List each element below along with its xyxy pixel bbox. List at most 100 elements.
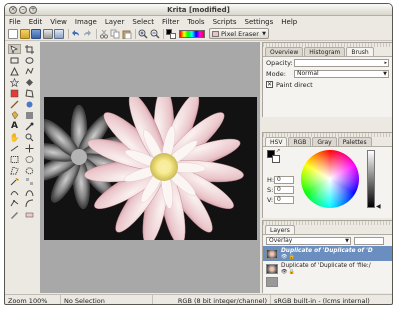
tab-palettes[interactable]: Palettes <box>337 137 372 146</box>
menu-tools[interactable]: Tools <box>183 16 208 27</box>
hsv-color-wheel[interactable] <box>301 150 359 208</box>
opacity-slider[interactable]: ▸ <box>294 58 389 67</box>
tab-layers[interactable]: Layers <box>265 225 295 234</box>
fg-bg-color-icon[interactable] <box>166 28 176 39</box>
chevron-down-icon: ▼ <box>262 30 266 37</box>
layer-info: Duplicate of 'Duplicate of 'D 👁 🔒 <box>281 248 373 260</box>
freehand-select-icon[interactable] <box>23 165 36 175</box>
zoom-tool-icon[interactable] <box>23 132 36 142</box>
layers-panel-body: Overlay ▼ Duplicate of 'Duplicate of 'D … <box>263 234 392 293</box>
path-tool-icon[interactable] <box>8 198 21 208</box>
zoom-status: Zoom 100% <box>5 295 61 304</box>
brush-tool-icon[interactable] <box>8 99 21 109</box>
layer-row[interactable]: Duplicate of 'Duplicate of 'file:/ 👁 🔒 <box>263 261 392 276</box>
toolbar-separator <box>95 28 97 39</box>
tab-histogram[interactable]: Histogram <box>304 47 346 56</box>
star-tool-icon[interactable] <box>8 77 21 87</box>
contiguous-select-icon[interactable] <box>8 176 21 186</box>
right-dock: Overview Histogram Brush Opacity: ▸ Mode… <box>262 42 392 293</box>
layer-row[interactable] <box>263 276 392 288</box>
menu-scripts[interactable]: Scripts <box>209 16 241 27</box>
curve-tool-icon[interactable] <box>23 198 36 208</box>
tab-overview[interactable]: Overview <box>265 47 304 56</box>
text-tool-icon[interactable]: A <box>8 121 21 131</box>
brush-preset-button[interactable]: Pixel Eraser ▼ <box>209 28 269 39</box>
print-preview-icon[interactable] <box>54 28 64 39</box>
copy-icon[interactable] <box>110 29 120 39</box>
redo-icon[interactable] <box>82 29 92 39</box>
menu-image[interactable]: Image <box>71 16 101 27</box>
move-tool-icon[interactable] <box>23 143 36 153</box>
layer-visibility-icon[interactable]: 👁 🔒 <box>281 254 373 260</box>
print-icon[interactable] <box>42 28 53 39</box>
h-input[interactable]: 0 <box>274 176 294 184</box>
shape-tool-icon[interactable] <box>23 77 36 87</box>
gradient-swatch[interactable] <box>179 29 205 38</box>
tab-rgb[interactable]: RGB <box>288 137 312 146</box>
bg-color-swatch[interactable] <box>272 155 280 163</box>
menu-file[interactable]: File <box>5 16 25 27</box>
open-icon[interactable] <box>19 28 30 39</box>
ellipse-select-icon[interactable] <box>23 154 36 164</box>
mode-select[interactable]: Normal ▼ <box>294 69 389 78</box>
transform-tool-icon[interactable] <box>8 88 21 98</box>
menu-layer[interactable]: Layer <box>101 16 129 27</box>
value-slider-handle-icon[interactable]: ◀ <box>376 203 381 210</box>
eraser-tool-icon[interactable] <box>23 209 36 219</box>
layer-row[interactable]: Duplicate of 'Duplicate of 'D 👁 🔒 <box>263 246 392 261</box>
paste-icon[interactable] <box>122 29 132 39</box>
duplicate-tool-icon[interactable] <box>23 99 36 109</box>
layer-opacity-input[interactable] <box>354 236 384 245</box>
fill-tool-icon[interactable] <box>8 110 21 120</box>
layer-visibility-icon[interactable]: 👁 🔒 <box>281 269 371 275</box>
polygon-tool-icon[interactable] <box>8 66 21 76</box>
new-document-icon[interactable] <box>8 28 18 39</box>
gradient-tool-icon[interactable] <box>23 110 36 120</box>
s-input[interactable]: 0 <box>274 186 294 194</box>
value-slider[interactable] <box>367 150 375 208</box>
zoom-out-icon[interactable] <box>150 29 160 39</box>
s-row: S: 0 <box>267 185 297 195</box>
similar-select-icon[interactable] <box>23 176 36 186</box>
tab-gray[interactable]: Gray <box>312 137 337 146</box>
polygon-select-icon[interactable] <box>8 165 21 175</box>
select-tool-icon[interactable] <box>8 44 21 54</box>
save-icon[interactable] <box>31 28 41 39</box>
tab-hsv[interactable]: HSV <box>265 137 288 146</box>
toolbar-separator <box>67 28 69 39</box>
color-panel-tabs: HSV RGB Gray Palettes <box>263 137 392 146</box>
menu-settings[interactable]: Settings <box>241 16 278 27</box>
bezier-select-icon[interactable] <box>23 187 36 197</box>
color-picker-icon[interactable] <box>23 121 36 131</box>
color-panel: HSV RGB Gray Palettes ↗ H: 0 S: 0 V: 0 ◀ <box>262 132 392 218</box>
menu-view[interactable]: View <box>46 16 71 27</box>
menu-filter[interactable]: Filter <box>158 16 183 27</box>
menu-edit[interactable]: Edit <box>25 16 47 27</box>
rectangle-tool-icon[interactable] <box>8 55 21 65</box>
v-input[interactable]: 0 <box>274 196 294 204</box>
outline-select-icon[interactable] <box>8 187 21 197</box>
cut-icon[interactable] <box>99 29 109 39</box>
undo-icon[interactable] <box>71 29 81 39</box>
menu-help[interactable]: Help <box>277 16 301 27</box>
crop-tool-icon[interactable] <box>23 44 36 54</box>
blend-mode-select[interactable]: Overlay ▼ <box>266 236 351 245</box>
h-value: 0 <box>277 176 281 183</box>
tab-brush[interactable]: Brush <box>346 47 374 56</box>
ellipse-tool-icon[interactable] <box>23 55 36 65</box>
paint-direct-checkbox[interactable]: ✕ <box>266 81 273 88</box>
flower-image[interactable] <box>44 97 257 240</box>
rect-select-icon[interactable] <box>8 154 21 164</box>
pan-tool-icon[interactable]: ✋ <box>8 132 21 142</box>
brush-preset-label: Pixel Eraser <box>221 29 259 38</box>
menu-bar: File Edit View Image Layer Select Filter… <box>5 16 392 27</box>
polyline-tool-icon[interactable] <box>23 66 36 76</box>
canvas-area[interactable] <box>40 42 260 293</box>
pen-tool-icon[interactable] <box>8 209 21 219</box>
chevron-right-icon[interactable]: ▸ <box>384 60 387 66</box>
menu-select[interactable]: Select <box>128 16 158 27</box>
perspective-tool-icon[interactable] <box>23 88 36 98</box>
zoom-in-icon[interactable] <box>138 29 148 39</box>
measure-tool-icon[interactable] <box>8 143 21 153</box>
swap-colors-icon[interactable]: ↗ <box>276 148 280 154</box>
